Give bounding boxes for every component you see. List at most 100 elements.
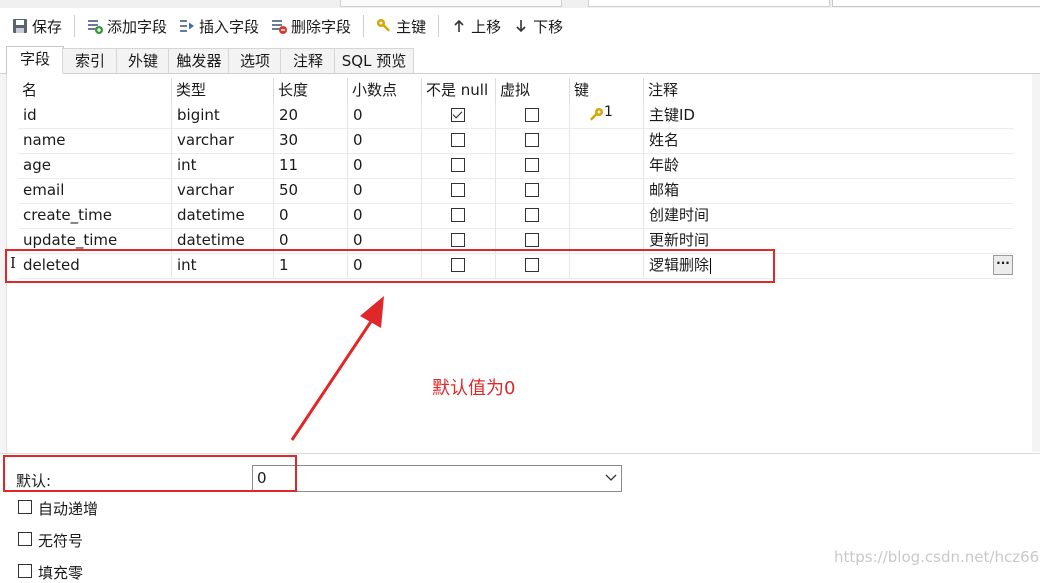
design-tabs: 字段 索引 外键 触发器 选项 注释 SQL 预览 [0, 46, 1040, 74]
cell-decimals[interactable]: 0 [348, 153, 422, 178]
cell-key[interactable] [570, 153, 644, 178]
grid-scrollbar[interactable] [1032, 74, 1040, 452]
not-null-checkbox[interactable] [451, 183, 465, 197]
tab-options[interactable]: 选项 [228, 48, 282, 73]
virtual-checkbox[interactable] [525, 208, 539, 222]
virtual-checkbox[interactable] [525, 133, 539, 147]
cell-name[interactable]: name [18, 128, 172, 153]
cell-length[interactable]: 30 [274, 128, 348, 153]
tab-comment[interactable]: 注释 [280, 48, 336, 73]
cell-text: id [23, 106, 37, 124]
cell-text: 0 [279, 231, 289, 249]
virtual-checkbox[interactable] [525, 108, 539, 122]
cell-key[interactable] [570, 203, 644, 228]
column-header-name[interactable]: 名 [18, 78, 172, 103]
cell-not-null[interactable] [422, 153, 496, 178]
cell-type[interactable]: int [172, 153, 274, 178]
column-header-type[interactable]: 类型 [172, 78, 274, 103]
zerofill-checkbox[interactable] [18, 564, 32, 578]
add-field-button[interactable]: 添加字段 [81, 12, 173, 40]
cell-virtual[interactable] [496, 178, 570, 203]
cell-text: 0 [353, 206, 363, 224]
unsigned-checkbox[interactable] [18, 532, 32, 546]
table-row[interactable]: create_time datetime 0 0 创建时间 [18, 203, 1014, 229]
cell-comment[interactable]: 邮箱 [644, 178, 1014, 203]
toolbar: 保存 添加字段 插入字段 删除字段 主键 上移 下移 [0, 8, 1040, 44]
cell-decimals[interactable]: 0 [348, 178, 422, 203]
table-row[interactable]: email varchar 50 0 邮箱 [18, 178, 1014, 204]
cell-virtual[interactable] [496, 103, 570, 128]
table-row[interactable]: name varchar 30 0 姓名 [18, 128, 1014, 154]
window-search-box[interactable] [832, 0, 1040, 7]
save-button[interactable]: 保存 [6, 12, 68, 40]
cell-type[interactable]: datetime [172, 203, 274, 228]
cell-text: int [177, 156, 197, 174]
cell-comment[interactable]: 创建时间 [644, 203, 1014, 228]
table-row[interactable]: id bigint 20 0 1 主键ID [18, 103, 1014, 129]
cell-length[interactable]: 50 [274, 178, 348, 203]
move-up-button[interactable]: 上移 [445, 12, 507, 40]
default-value-select[interactable]: 0 [252, 465, 622, 492]
cell-key[interactable] [570, 178, 644, 203]
not-null-checkbox[interactable] [451, 133, 465, 147]
cell-name[interactable]: create_time [18, 203, 172, 228]
cell-name[interactable]: email [18, 178, 172, 203]
cell-comment[interactable]: 主键ID [644, 103, 1014, 128]
cell-comment[interactable]: 年龄 [644, 153, 1014, 178]
cell-key[interactable]: 1 [570, 103, 644, 128]
delete-field-button[interactable]: 删除字段 [265, 12, 357, 40]
column-header-length[interactable]: 长度 [274, 78, 348, 103]
cell-name[interactable]: id [18, 103, 172, 128]
cell-type[interactable]: varchar [172, 128, 274, 153]
cell-length[interactable]: 11 [274, 153, 348, 178]
virtual-checkbox[interactable] [525, 233, 539, 247]
cell-type[interactable]: varchar [172, 178, 274, 203]
move-down-button[interactable]: 下移 [507, 12, 569, 40]
cell-name[interactable]: age [18, 153, 172, 178]
insert-field-button[interactable]: 插入字段 [173, 12, 265, 40]
column-header-decimals[interactable]: 小数点 [348, 78, 422, 103]
comment-ellipsis-button[interactable]: ··· [993, 255, 1013, 275]
cell-type[interactable]: bigint [172, 103, 274, 128]
tab-foreign-keys[interactable]: 外键 [116, 48, 170, 73]
tab-label: 注释 [292, 52, 323, 70]
cell-not-null[interactable] [422, 103, 496, 128]
cell-virtual[interactable] [496, 203, 570, 228]
column-header-key[interactable]: 键 [570, 78, 644, 103]
primary-key-button[interactable]: 主键 [370, 12, 432, 40]
tab-fields[interactable]: 字段 [6, 46, 64, 74]
not-null-checkbox[interactable] [451, 158, 465, 172]
window-tab[interactable] [340, 0, 562, 7]
cell-text: datetime [177, 206, 245, 224]
cell-not-null[interactable] [422, 128, 496, 153]
column-header-not-null[interactable]: 不是 null [422, 78, 496, 103]
cell-text: 0 [353, 156, 363, 174]
save-icon [12, 18, 28, 34]
column-header-virtual[interactable]: 虚拟 [496, 78, 570, 103]
cell-length[interactable]: 20 [274, 103, 348, 128]
virtual-checkbox[interactable] [525, 158, 539, 172]
cell-key[interactable] [570, 128, 644, 153]
cell-not-null[interactable] [422, 178, 496, 203]
window-tab-active[interactable] [588, 0, 830, 7]
tab-triggers[interactable]: 触发器 [168, 48, 230, 73]
not-null-checkbox[interactable] [451, 233, 465, 247]
cell-length[interactable]: 0 [274, 203, 348, 228]
not-null-checkbox[interactable] [451, 108, 465, 122]
cell-not-null[interactable] [422, 203, 496, 228]
virtual-checkbox[interactable] [525, 183, 539, 197]
table-row[interactable]: age int 11 0 年龄 [18, 153, 1014, 179]
toolbar-separator [363, 15, 365, 37]
cell-decimals[interactable]: 0 [348, 128, 422, 153]
cell-virtual[interactable] [496, 128, 570, 153]
cell-text: varchar [177, 181, 235, 199]
column-header-comment[interactable]: 注释 [644, 78, 1014, 103]
auto-increment-checkbox[interactable] [18, 500, 32, 514]
tab-sql-preview[interactable]: SQL 预览 [334, 48, 414, 73]
not-null-checkbox[interactable] [451, 208, 465, 222]
cell-comment[interactable]: 姓名 [644, 128, 1014, 153]
cell-decimals[interactable]: 0 [348, 103, 422, 128]
cell-decimals[interactable]: 0 [348, 203, 422, 228]
cell-virtual[interactable] [496, 153, 570, 178]
tab-indexes[interactable]: 索引 [62, 48, 118, 73]
